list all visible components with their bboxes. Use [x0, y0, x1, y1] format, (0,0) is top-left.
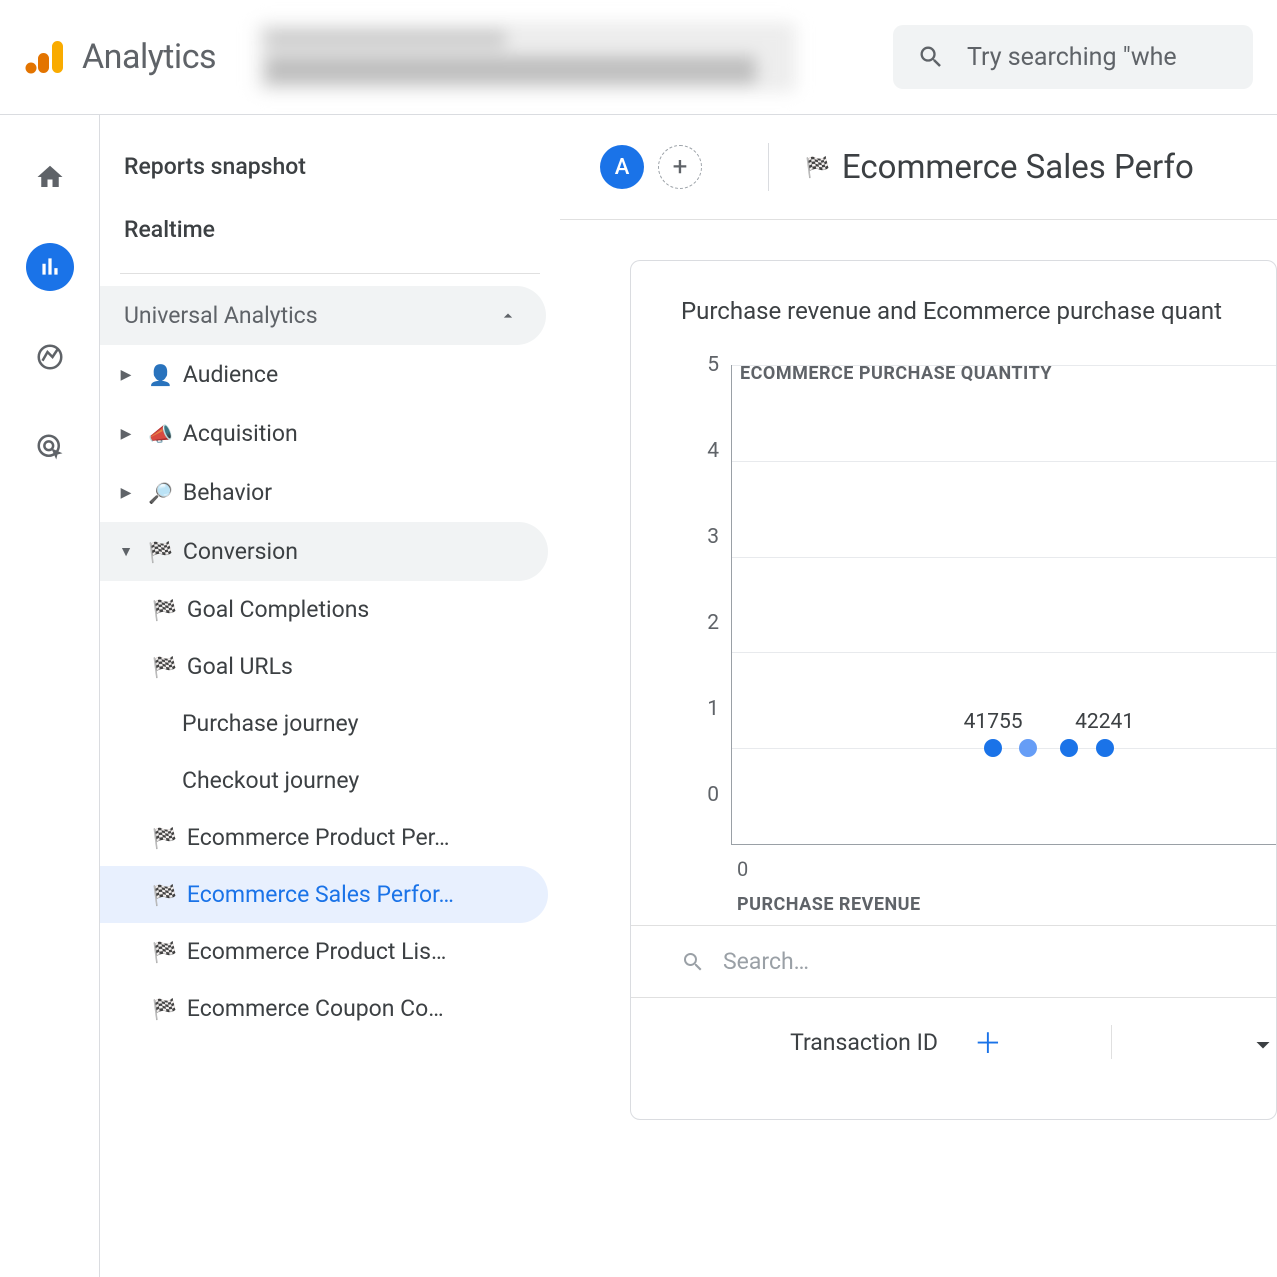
nav-sub-label: Goal Completions — [187, 596, 369, 623]
megaphone-icon: 📣 — [148, 422, 173, 446]
home-icon — [35, 162, 65, 192]
target-click-icon — [35, 432, 65, 462]
col-transaction-id[interactable]: Transaction ID — [790, 1029, 938, 1056]
scatter-chart[interactable]: 0 1 2 3 4 5 ECOMMERCE PURCHASE QUANTITY 41755… — [681, 355, 1276, 915]
add-segment-button[interactable]: + — [658, 145, 702, 189]
search-input[interactable] — [967, 43, 1229, 72]
rail-explore[interactable] — [26, 333, 74, 381]
gridline — [732, 365, 1276, 366]
flag-icon: 🏁 — [152, 826, 177, 850]
chart-card: Purchase revenue and Ecommerce purchase … — [630, 260, 1277, 1120]
nav-section-universal-analytics[interactable]: Universal Analytics — [100, 286, 546, 345]
nav-sub-item[interactable]: 🏁 Ecommerce Product Per… — [100, 809, 548, 866]
nav-reports-snapshot[interactable]: Reports snapshot — [100, 135, 560, 198]
gridline — [732, 748, 1276, 749]
flag-icon: 🏁 — [152, 598, 177, 622]
magnifier-icon: 🔎 — [148, 481, 173, 505]
y-tick: 5 — [707, 353, 719, 377]
nav-sub-item[interactable]: 🏁 Goal Completions — [100, 581, 548, 638]
report-nav: Reports snapshot Realtime Universal Anal… — [100, 115, 560, 1277]
property-selector-blurred[interactable] — [256, 22, 796, 92]
gridline — [732, 652, 1276, 653]
search-icon — [917, 43, 945, 71]
flag-icon: 🏁 — [152, 883, 177, 907]
nav-sub-label: Ecommerce Sales Perfor… — [187, 881, 454, 908]
add-dimension-button[interactable]: ＋ — [974, 1022, 1002, 1062]
brand-text: Analytics — [82, 37, 216, 77]
y-tick: 0 — [707, 783, 719, 807]
nav-sub-label: Goal URLs — [187, 653, 293, 680]
chart-card-title: Purchase revenue and Ecommerce purchase … — [681, 297, 1276, 325]
nav-sub-item[interactable]: 🏁 Ecommerce Product Lis… — [100, 923, 548, 980]
segment-avatar[interactable]: A — [600, 145, 644, 189]
rail-reports[interactable] — [26, 243, 74, 291]
caret-down-icon: ▼ — [114, 543, 138, 560]
table-header-row: Transaction ID ＋ — [631, 997, 1276, 1086]
person-icon: 👤 — [148, 363, 173, 387]
table-search-input[interactable] — [723, 948, 1014, 975]
reports-icon — [37, 254, 63, 280]
y-tick: 1 — [707, 697, 719, 721]
topbar: Analytics — [0, 0, 1277, 115]
nav-group-audience[interactable]: ▶ 👤 Audience — [100, 345, 548, 404]
analytics-logo-icon — [24, 35, 68, 79]
chevron-up-icon — [498, 306, 518, 326]
y-tick: 3 — [707, 525, 719, 549]
nav-sub-label: Ecommerce Product Lis… — [187, 938, 446, 965]
divider — [768, 143, 769, 191]
data-point-label: 42241 — [1075, 710, 1134, 734]
nav-realtime[interactable]: Realtime — [100, 198, 560, 261]
data-point-label: 41755 — [964, 710, 1023, 734]
flag-icon: 🏁 — [152, 655, 177, 679]
report-header: A + 🏁 Ecommerce Sales Perfo — [560, 115, 1277, 220]
nav-group-behavior[interactable]: ▶ 🔎 Behavior — [100, 463, 548, 522]
data-point[interactable] — [984, 739, 1002, 757]
flag-icon: 🏁 — [152, 940, 177, 964]
nav-sub-item[interactable]: 🏁 Ecommerce Sales Perfor… — [100, 866, 548, 923]
flag-icon: 🏁 — [148, 540, 173, 564]
table-search-row — [631, 925, 1276, 997]
gridline — [732, 461, 1276, 462]
data-point[interactable] — [1019, 739, 1037, 757]
nav-sub-label: Checkout journey — [182, 767, 359, 794]
nav-sub-item[interactable]: 🏁 Goal URLs — [100, 638, 548, 695]
search-icon — [681, 950, 705, 974]
nav-group-acquisition[interactable]: ▶ 📣 Acquisition — [100, 404, 548, 463]
app-logo[interactable]: Analytics — [24, 35, 216, 79]
nav-sub-label: Ecommerce Coupon Co… — [187, 995, 444, 1022]
chart-y-legend: ECOMMERCE PURCHASE QUANTITY — [740, 363, 1052, 384]
gridline — [732, 557, 1276, 558]
nav-sub-item[interactable]: Purchase journey — [100, 695, 548, 752]
rail-home[interactable] — [26, 153, 74, 201]
x-origin-label: 0 — [737, 857, 748, 881]
left-rail — [0, 115, 100, 1277]
y-tick: 2 — [707, 611, 719, 635]
data-point[interactable] — [1096, 739, 1114, 757]
explore-icon — [35, 342, 65, 372]
nav-sub-label: Purchase journey — [182, 710, 359, 737]
report-title: 🏁 Ecommerce Sales Perfo — [805, 148, 1194, 187]
global-search[interactable] — [893, 25, 1253, 89]
nav-sub-item[interactable]: 🏁 Ecommerce Coupon Co… — [100, 980, 548, 1037]
nav-sub-item[interactable]: Checkout journey — [100, 752, 548, 809]
nav-group-conversion[interactable]: ▼ 🏁 Conversion — [100, 522, 548, 581]
main-content: A + 🏁 Ecommerce Sales Perfo Purchase rev… — [560, 115, 1277, 1277]
rail-advertising[interactable] — [26, 423, 74, 471]
nav-sub-label: Ecommerce Product Per… — [187, 824, 450, 851]
caret-right-icon: ▶ — [114, 485, 138, 501]
caret-right-icon: ▶ — [114, 367, 138, 383]
data-point[interactable] — [1060, 739, 1078, 757]
flag-icon: 🏁 — [152, 997, 177, 1021]
caret-right-icon: ▶ — [114, 426, 138, 442]
chart-x-label: PURCHASE REVENUE — [737, 894, 921, 915]
sort-down-icon[interactable] — [1250, 1029, 1276, 1055]
flag-icon: 🏁 — [805, 155, 830, 179]
nav-divider — [120, 273, 540, 274]
y-tick: 4 — [707, 439, 719, 463]
